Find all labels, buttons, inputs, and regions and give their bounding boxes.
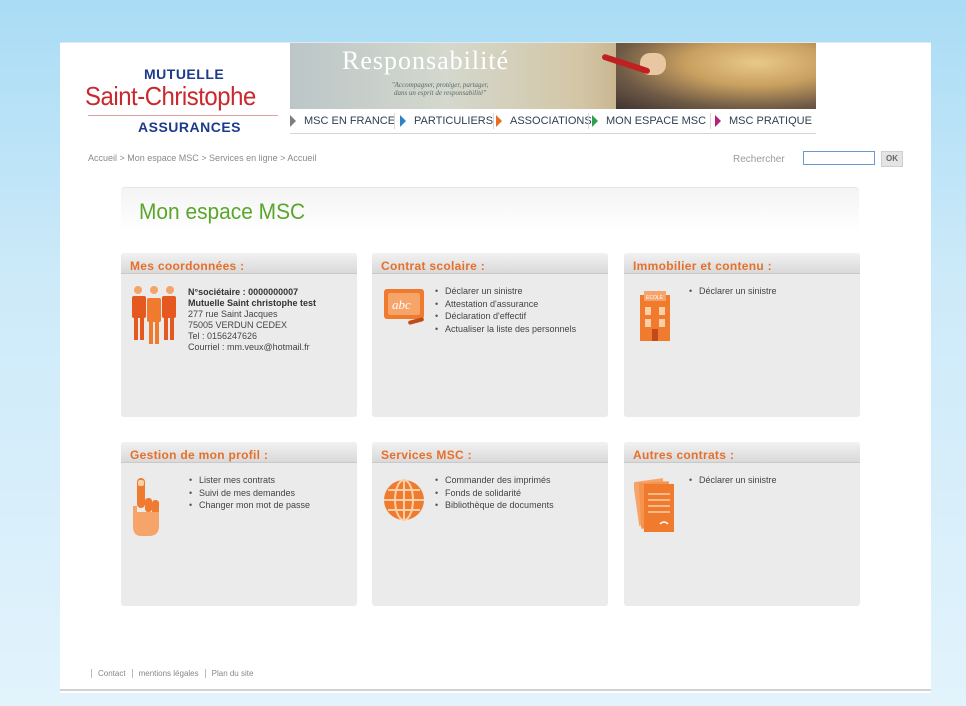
nav-mon-espace-msc[interactable]: MON ESPACE MSC xyxy=(592,109,712,133)
nav-msc-pratique[interactable]: MSC PRATIQUE xyxy=(715,109,815,133)
panel-contrat-scolaire: Contrat scolaire : abc Déclarer un sinis… xyxy=(372,253,608,417)
link-declaration-effectif[interactable]: Déclaration d'effectif xyxy=(434,310,576,323)
banner-title: Responsabilité xyxy=(342,46,510,75)
page-title-box: Mon espace MSC xyxy=(121,187,859,232)
documents-stack-icon xyxy=(633,474,678,541)
link-suivi-demandes[interactable]: Suivi de mes demandes xyxy=(188,487,310,500)
panel-header: Contrat scolaire : xyxy=(372,253,608,274)
panel-title: Contrat scolaire : xyxy=(381,259,486,273)
autres-links: Déclarer un sinistre xyxy=(688,474,777,487)
link-declarer-sinistre[interactable]: Déclarer un sinistre xyxy=(688,285,777,298)
phone: Tel : 0156247626 xyxy=(188,331,258,341)
link-lister-contrats[interactable]: Lister mes contrats xyxy=(188,474,310,487)
banner-subtitle: "Accompagner, protéger, partager, dans u… xyxy=(360,81,520,97)
nav-separator xyxy=(394,113,395,129)
panel-header: Autres contrats : xyxy=(624,442,860,463)
nav-particuliers[interactable]: PARTICULIERS xyxy=(400,109,498,133)
page-title: Mon espace MSC xyxy=(139,199,306,224)
footer-plan-du-site[interactable]: Plan du site xyxy=(204,669,260,678)
panel-services-msc: Services MSC : Commander des imprimés Fo… xyxy=(372,442,608,606)
contact-info: N°sociétaire : 0000000007 Mutuelle Saint… xyxy=(188,287,316,353)
panel-title: Gestion de mon profil : xyxy=(130,448,269,462)
panel-title: Autres contrats : xyxy=(633,448,735,462)
link-fonds-solidarite[interactable]: Fonds de solidarité xyxy=(434,487,554,500)
services-links: Commander des imprimés Fonds de solidari… xyxy=(434,474,554,512)
panel-header: Mes coordonnées : xyxy=(121,253,357,274)
link-declarer-sinistre[interactable]: Déclarer un sinistre xyxy=(688,474,777,487)
logo-divider xyxy=(88,115,278,116)
scolaire-links: Déclarer un sinistre Attestation d'assur… xyxy=(434,285,576,335)
panel-title: Mes coordonnées : xyxy=(130,259,245,273)
search-ok-button[interactable]: OK xyxy=(881,151,903,167)
logo-line-saint-christophe: Saint-Christophe xyxy=(85,81,256,111)
member-number: N°sociétaire : 0000000007 xyxy=(188,287,299,297)
nav-separator xyxy=(493,113,494,129)
profil-links: Lister mes contrats Suivi de mes demande… xyxy=(188,474,310,512)
nav-msc-en-france[interactable]: MSC EN FRANCE xyxy=(290,109,395,133)
school-building-icon: ECOLE xyxy=(638,289,672,348)
banner-subtitle-line2: dans un esprit de responsabilité" xyxy=(393,89,487,97)
panel-gestion-profil: Gestion de mon profil : Lister mes contr… xyxy=(121,442,357,606)
panel-header: Gestion de mon profil : xyxy=(121,442,357,463)
link-bibliotheque-documents[interactable]: Bibliothèque de documents xyxy=(434,499,554,512)
address-line1: 277 rue Saint Jacques xyxy=(188,309,278,319)
link-actualiser-personnels[interactable]: Actualiser la liste des personnels xyxy=(434,323,576,336)
panel-immobilier: Immobilier et contenu : ECOLE Déclarer u… xyxy=(624,253,860,417)
email: Courriel : mm.veux@hotmail.fr xyxy=(188,342,310,352)
svg-text:abc: abc xyxy=(392,297,411,312)
member-name: Mutuelle Saint christophe test xyxy=(188,298,317,308)
link-attestation-assurance[interactable]: Attestation d'assurance xyxy=(434,298,576,311)
panel-title: Services MSC : xyxy=(381,448,472,462)
footer-contact[interactable]: Contact xyxy=(91,669,132,678)
breadcrumb[interactable]: Accueil > Mon espace MSC > Services en l… xyxy=(88,153,316,163)
link-changer-mot-de-passe[interactable]: Changer mon mot de passe xyxy=(188,499,310,512)
address-line2: 75005 VERDUN CEDEX xyxy=(188,320,288,330)
svg-text:ECOLE: ECOLE xyxy=(646,295,664,301)
main-nav: MSC EN FRANCE PARTICULIERS ASSOCIATIONS … xyxy=(290,109,816,134)
chalkboard-abc-icon: abc xyxy=(382,287,426,332)
link-declarer-sinistre[interactable]: Déclarer un sinistre xyxy=(434,285,576,298)
people-icon xyxy=(129,284,179,351)
msc-logo[interactable]: MUTUELLE Saint-Christophe ASSURANCES xyxy=(60,43,290,139)
banner-subtitle-line1: "Accompagner, protéger, partager, xyxy=(391,81,489,89)
hand-pointer-icon xyxy=(129,476,163,543)
logo-line-assurances: ASSURANCES xyxy=(138,119,242,135)
nav-associations[interactable]: ASSOCIATIONS xyxy=(496,109,596,133)
globe-icon xyxy=(382,478,426,527)
panel-header: Immobilier et contenu : xyxy=(624,253,860,274)
nav-separator xyxy=(588,113,589,129)
header-banner: Responsabilité "Accompagner, protéger, p… xyxy=(290,43,816,109)
panel-autres-contrats: Autres contrats : Déclarer un sinistre xyxy=(624,442,860,606)
search-input[interactable] xyxy=(803,151,875,165)
link-commander-imprimes[interactable]: Commander des imprimés xyxy=(434,474,554,487)
footer-mentions-legales[interactable]: mentions légales xyxy=(131,669,205,678)
footer-links: Contact mentions légales Plan du site xyxy=(91,669,259,678)
panel-header: Services MSC : xyxy=(372,442,608,463)
panel-title: Immobilier et contenu : xyxy=(633,259,772,273)
page-frame: MUTUELLE Saint-Christophe ASSURANCES Res… xyxy=(60,42,931,693)
footer-divider xyxy=(60,689,931,691)
logo-line-mutuelle: MUTUELLE xyxy=(144,66,225,82)
nav-separator xyxy=(710,113,711,129)
immobilier-links: Déclarer un sinistre xyxy=(688,285,777,298)
search-label: Rechercher xyxy=(733,154,785,165)
panel-coordonnees: Mes coordonnées : N°sociétaire : 0000000… xyxy=(121,253,357,417)
